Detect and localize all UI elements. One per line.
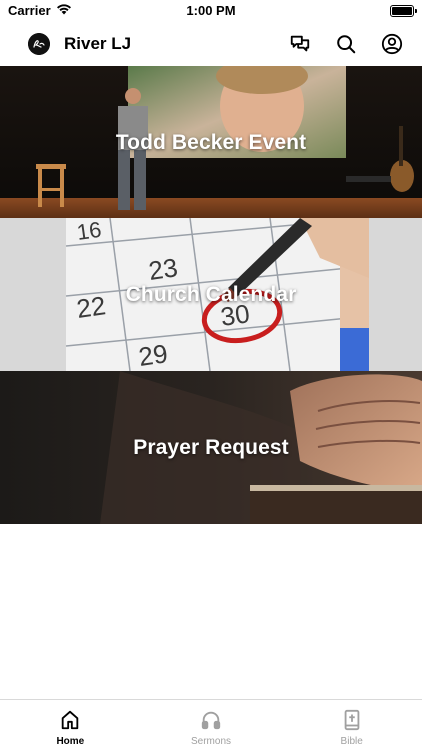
chat-icon[interactable] <box>288 32 312 56</box>
battery-icon <box>390 5 417 17</box>
banner-prayer-request[interactable]: Prayer Request <box>0 371 422 524</box>
tab-bar: Home Sermons Bible <box>0 699 422 750</box>
banner-label: Todd Becker Event <box>115 130 307 154</box>
tab-sermons[interactable]: Sermons <box>141 700 282 750</box>
headphones-icon <box>199 708 223 732</box>
nav-bar: River LJ <box>0 22 422 66</box>
battery-fill <box>392 7 412 15</box>
app-logo[interactable] <box>28 33 50 55</box>
banner-label: Prayer Request <box>133 435 289 459</box>
tab-label: Bible <box>340 736 363 747</box>
banner-church-calendar[interactable]: 16 23 22 29 30 Church Calendar <box>0 218 422 371</box>
svg-text:22: 22 <box>75 290 108 324</box>
svg-text:29: 29 <box>137 338 170 371</box>
tab-home[interactable]: Home <box>0 700 141 750</box>
banner-todd-becker-event[interactable]: Todd Becker Event <box>0 66 422 219</box>
home-icon <box>58 708 82 732</box>
status-time: 1:00 PM <box>186 3 236 18</box>
tab-label: Home <box>56 736 85 747</box>
svg-text:23: 23 <box>147 252 180 286</box>
banner-label: Church Calendar <box>125 282 297 306</box>
bible-icon <box>340 708 364 732</box>
status-bar: Carrier 1:00 PM <box>0 0 422 22</box>
search-icon[interactable] <box>334 32 358 56</box>
account-icon[interactable] <box>380 32 404 56</box>
tab-label: Sermons <box>191 736 232 747</box>
nav-actions <box>288 32 404 56</box>
tab-bible[interactable]: Bible <box>281 700 422 750</box>
svg-text:16: 16 <box>75 218 103 245</box>
app-title: River LJ <box>64 34 132 53</box>
